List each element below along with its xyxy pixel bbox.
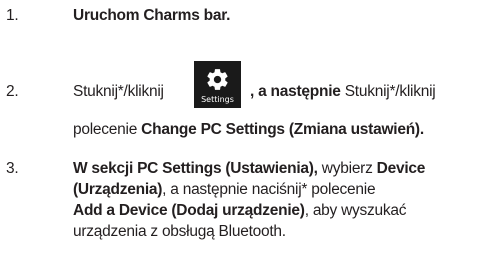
step-text-bold: W sekcji <box>73 160 138 177</box>
step-text-regular: , aby wyszukać <box>304 202 407 219</box>
step-text-bold: , a następnie <box>250 83 341 100</box>
settings-tile-label: Settings <box>201 95 234 104</box>
step-text-bold: Uruchom <box>73 7 144 24</box>
step-line: polecenie Change PC Settings (Zmiana ust… <box>73 121 424 139</box>
step-line: Stuknij*/kliknij <box>73 83 164 101</box>
step-number: 3. <box>6 160 19 177</box>
step-line: , a następnie Stuknij*/kliknij <box>250 83 436 101</box>
step-text: Uruchom Charms bar. <box>73 7 230 25</box>
step-line: Add a Device (Dodaj urządzenie), aby wys… <box>73 202 407 220</box>
step-text-bold: Change PC Settings (Zmiana ustawień). <box>141 121 424 138</box>
step-text-bold: PC Settings (Ustawienia), <box>137 160 318 177</box>
step-text-regular: urządzenia z obsługą Bluetooth. <box>73 223 286 240</box>
step-text-bold: (Urządzenia) <box>73 181 163 198</box>
step-line: urządzenia z obsługą Bluetooth. <box>73 223 286 241</box>
step-text-regular: Stuknij*/kliknij <box>340 83 436 100</box>
step-text-bold: Device <box>376 160 426 177</box>
step-number: 1. <box>6 7 19 24</box>
step-line: W sekcji PC Settings (Ustawienia), wybie… <box>73 160 425 178</box>
settings-tile: Settings <box>194 61 241 108</box>
step-text-regular: polecenie <box>73 121 142 138</box>
step-text-regular: , a następnie naciśnij* polecenie <box>162 181 376 198</box>
step-number: 2. <box>6 83 19 100</box>
step-text-regular: Stuknij*/kliknij <box>73 83 164 100</box>
step-text-regular: wybierz <box>317 160 377 177</box>
gear-icon <box>207 69 228 90</box>
step-line: (Urządzenia), a następnie naciśnij* pole… <box>73 181 376 199</box>
step-text-bold: Add a Device (Dodaj urządzenie) <box>73 202 305 219</box>
step-text-bold: Charms bar. <box>143 7 231 24</box>
